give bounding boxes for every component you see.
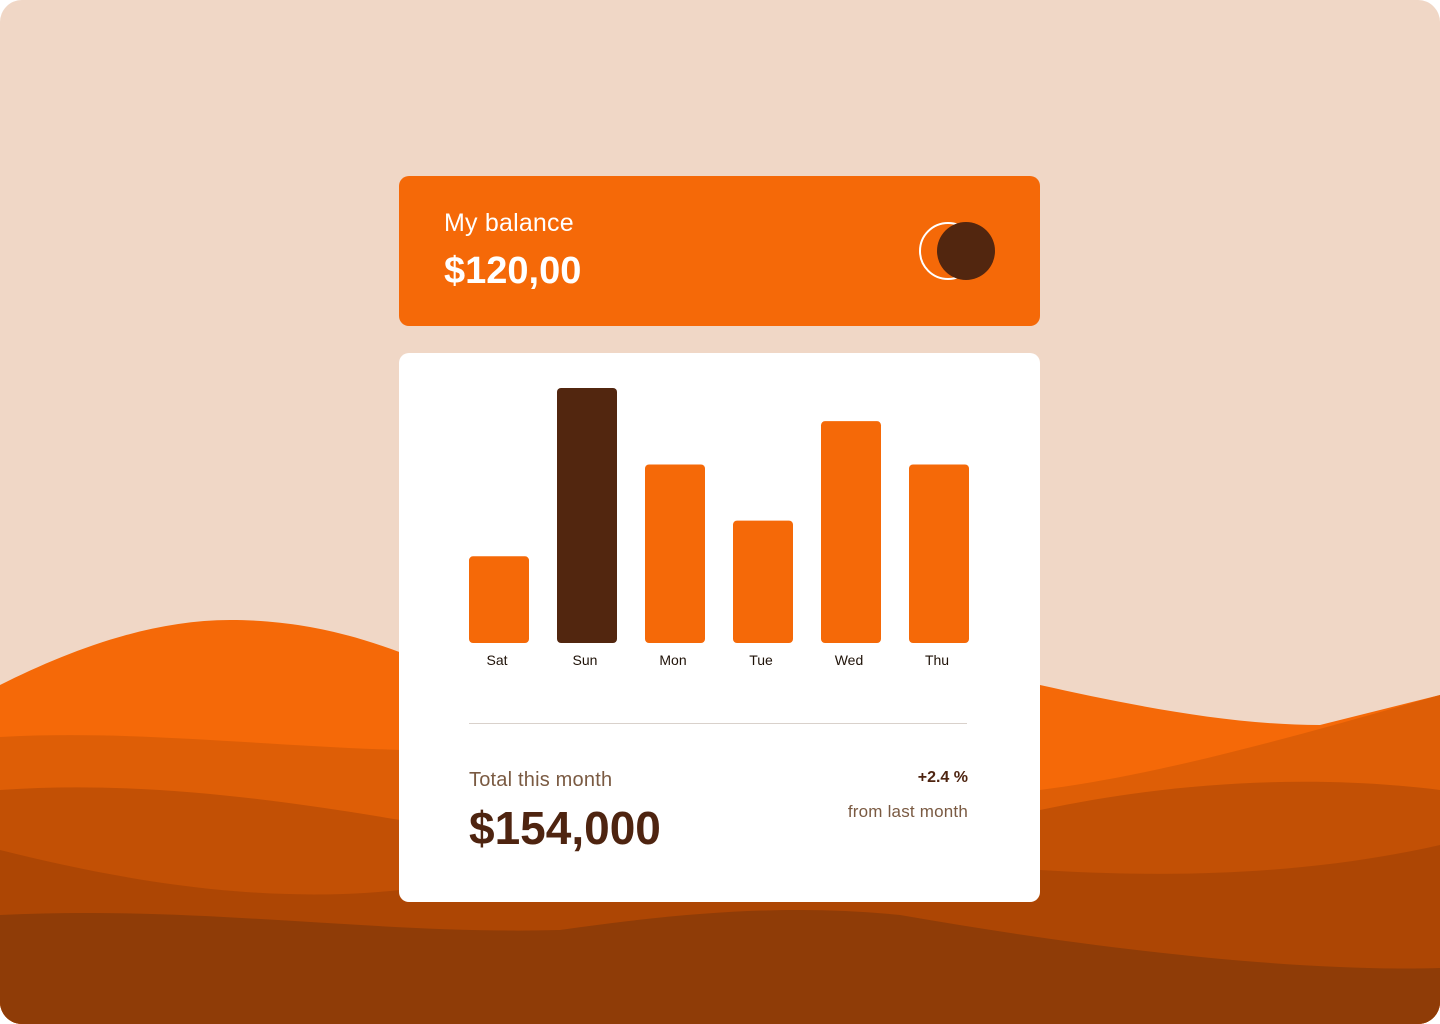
change-caption: from last month	[847, 802, 968, 821]
bar-label-sun: Sun	[573, 652, 598, 668]
total-amount: $154,000	[469, 802, 661, 854]
change-percent: +2.4 %	[917, 769, 968, 786]
bar-thu[interactable]	[909, 464, 969, 644]
bar-mon[interactable]	[645, 464, 705, 644]
balance-card[interactable]: My balance $120,00	[399, 176, 1040, 326]
balance-label: My balance	[444, 209, 574, 237]
app-frame: My balance $120,00 Sat Sun Mon Tue Wed Thu To…	[0, 0, 1440, 1024]
weekly-bar-chart: Sat Sun Mon Tue Wed Thu	[469, 388, 969, 668]
total-label: Total this month	[469, 769, 613, 791]
divider	[469, 723, 967, 724]
balance-amount: $120,00	[444, 250, 582, 292]
bar-label-tue: Tue	[749, 652, 773, 668]
bar-label-sat: Sat	[486, 652, 507, 668]
bar-label-mon: Mon	[659, 652, 686, 668]
bar-tue[interactable]	[733, 520, 793, 643]
bar-sat[interactable]	[469, 556, 529, 643]
bar-wed[interactable]	[821, 421, 881, 643]
bar-label-thu: Thu	[925, 652, 949, 668]
card-brand-icon	[919, 222, 995, 280]
bar-sun[interactable]	[557, 388, 617, 643]
bar-label-wed: Wed	[835, 652, 864, 668]
chart-card: Sat Sun Mon Tue Wed Thu Total this month $154…	[399, 353, 1040, 902]
